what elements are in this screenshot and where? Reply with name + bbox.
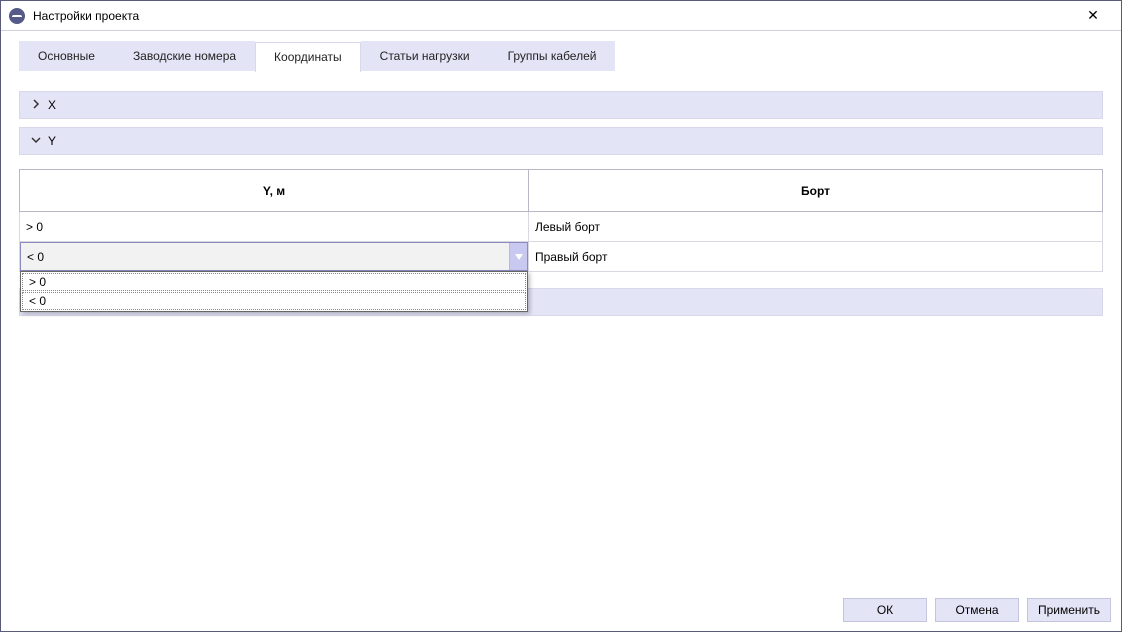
tab-cable-groups[interactable]: Группы кабелей bbox=[489, 41, 616, 71]
cell-side[interactable]: Правый борт bbox=[529, 242, 1103, 272]
ok-button[interactable]: ОК bbox=[843, 598, 927, 622]
project-settings-window: Настройки проекта ✕ Основные Заводские н… bbox=[0, 0, 1122, 632]
dialog-footer: ОК Отмена Применить bbox=[1, 589, 1121, 631]
dialog-body: Основные Заводские номера Координаты Ста… bbox=[1, 31, 1121, 589]
dropdown-toggle-icon[interactable] bbox=[509, 243, 527, 270]
tab-main[interactable]: Основные bbox=[19, 41, 114, 71]
table-row[interactable]: > 0 Левый борт bbox=[20, 212, 1103, 242]
chevron-right-icon bbox=[30, 98, 42, 112]
table-row[interactable]: < 0 > 0 < 0 Правый борт bbox=[20, 242, 1103, 272]
apply-button[interactable]: Применить bbox=[1027, 598, 1111, 622]
accordion-x[interactable]: X bbox=[19, 91, 1103, 119]
tab-coordinates[interactable]: Координаты bbox=[255, 42, 361, 72]
close-icon[interactable]: ✕ bbox=[1073, 7, 1113, 24]
tab-serials[interactable]: Заводские номера bbox=[114, 41, 255, 71]
titlebar: Настройки проекта ✕ bbox=[1, 1, 1121, 31]
window-title: Настройки проекта bbox=[33, 9, 1073, 23]
cancel-button[interactable]: Отмена bbox=[935, 598, 1019, 622]
accordion-y[interactable]: Y bbox=[19, 127, 1103, 155]
app-icon bbox=[9, 8, 25, 24]
cell-y[interactable]: > 0 bbox=[20, 212, 529, 242]
dropdown-option[interactable]: > 0 bbox=[22, 273, 526, 291]
tab-content: X Y Y, м Борт bbox=[19, 71, 1103, 589]
dropdown-option[interactable]: < 0 bbox=[22, 292, 526, 310]
dropdown-list: > 0 < 0 bbox=[20, 271, 528, 312]
dropdown-value: < 0 bbox=[21, 250, 509, 264]
chevron-down-icon bbox=[30, 134, 42, 148]
accordion-x-label: X bbox=[48, 98, 56, 112]
y-table: Y, м Борт > 0 Левый борт < 0 bbox=[19, 169, 1103, 272]
accordion-y-label: Y bbox=[48, 134, 56, 148]
tab-bar: Основные Заводские номера Координаты Ста… bbox=[19, 41, 1103, 71]
cell-side[interactable]: Левый борт bbox=[529, 212, 1103, 242]
col-header-y: Y, м bbox=[20, 170, 529, 212]
col-header-side: Борт bbox=[529, 170, 1103, 212]
tab-loads[interactable]: Статьи нагрузки bbox=[361, 41, 489, 71]
cell-y-dropdown[interactable]: < 0 > 0 < 0 bbox=[20, 242, 529, 272]
